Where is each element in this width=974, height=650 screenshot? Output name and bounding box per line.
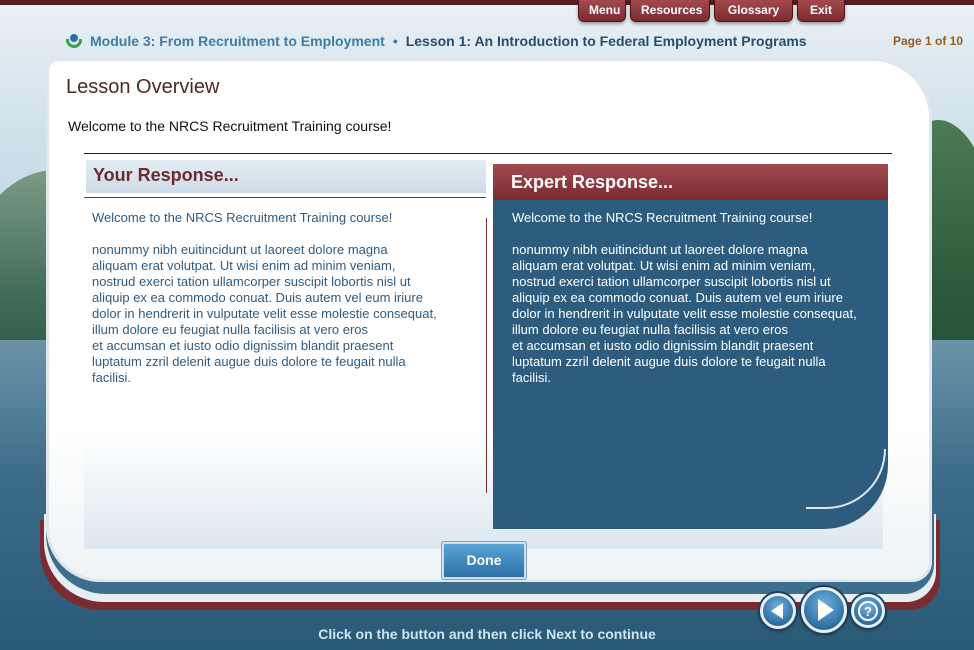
back-button[interactable]	[760, 593, 796, 629]
done-button[interactable]: Done	[441, 541, 527, 580]
footer-instruction: Click on the button and then click Next …	[318, 626, 656, 642]
nrcs-logo-icon	[66, 33, 82, 49]
divider	[84, 197, 486, 198]
page-title: Lesson Overview	[66, 76, 220, 98]
help-button[interactable]: ?	[851, 594, 885, 628]
resources-tab[interactable]: Resources	[630, 0, 710, 22]
expert-response-panel: Expert Response... Welcome to the NRCS R…	[493, 164, 888, 529]
expert-response-title: Expert Response...	[511, 172, 674, 192]
expert-response-text: Welcome to the NRCS Recruitment Training…	[512, 210, 857, 385]
help-icon: ?	[858, 601, 878, 621]
breadcrumb: Module 3: From Recruitment to Employment…	[66, 32, 807, 50]
your-response-text: Welcome to the NRCS Recruitment Training…	[92, 210, 437, 385]
your-response-title: Your Response...	[93, 165, 239, 185]
arrow-left-icon	[771, 603, 783, 619]
breadcrumb-separator: •	[392, 33, 398, 49]
breadcrumb-module: Module 3: From Recruitment to Employment	[90, 33, 385, 49]
welcome-text: Welcome to the NRCS Recruitment Training…	[68, 118, 392, 134]
glossary-tab[interactable]: Glossary	[714, 0, 793, 22]
divider	[84, 153, 892, 154]
page-counter: Page 1 of 10	[893, 34, 964, 48]
breadcrumb-lesson: Lesson 1: An Introduction to Federal Emp…	[405, 33, 807, 49]
arrow-right-icon	[818, 599, 834, 621]
decorative-curve	[806, 449, 886, 509]
divider	[486, 218, 487, 493]
exit-tab[interactable]: Exit	[797, 0, 845, 22]
menu-tab[interactable]: Menu	[578, 0, 626, 22]
